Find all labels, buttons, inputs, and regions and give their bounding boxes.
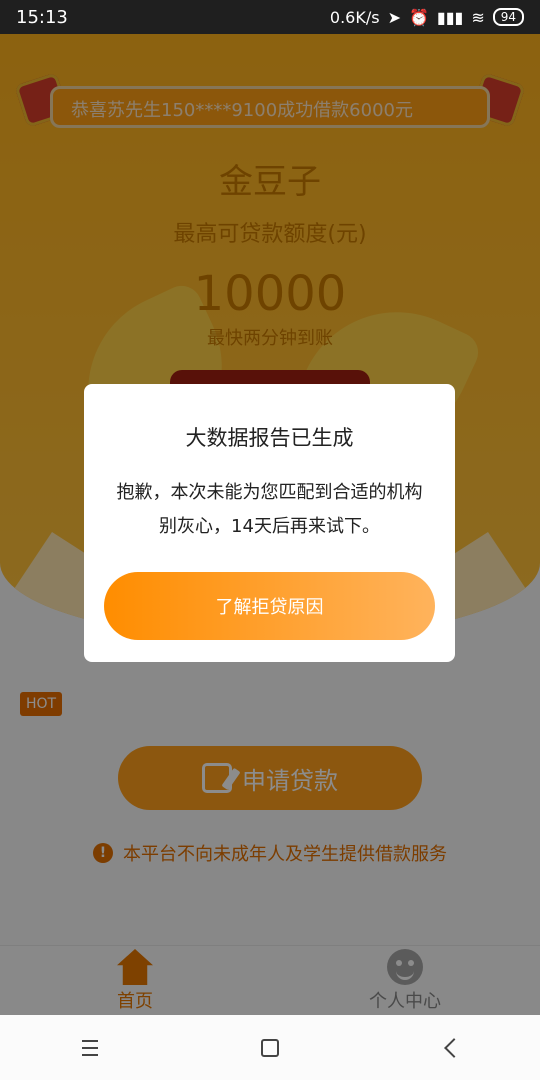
learn-rejection-reason-button[interactable]: 了解拒贷原因 xyxy=(104,572,435,640)
dialog-message: 抱歉，本次未能为您匹配到合适的机构 别灰心，14天后再来试下。 xyxy=(104,476,435,544)
report-dialog: 大数据报告已生成 抱歉，本次未能为您匹配到合适的机构 别灰心，14天后再来试下。… xyxy=(84,384,455,662)
back-icon xyxy=(444,1037,464,1058)
system-navigation-bar xyxy=(0,1015,540,1080)
home-button[interactable] xyxy=(240,1018,300,1078)
status-time: 15:13 xyxy=(16,6,68,28)
status-bar: 15:13 0.6K/s ➤ ⏰ ▮▮▮ ≋ 94 xyxy=(0,0,540,34)
status-icons: 0.6K/s ➤ ⏰ ▮▮▮ ≋ 94 xyxy=(330,8,524,27)
menu-icon xyxy=(82,1039,98,1056)
signal-icon: ▮▮▮ xyxy=(436,7,464,27)
network-speed: 0.6K/s xyxy=(329,7,380,27)
alarm-icon: ⏰ xyxy=(408,7,429,27)
location-icon: ➤ xyxy=(387,7,401,27)
dialog-title: 大数据报告已生成 xyxy=(185,426,354,450)
battery-indicator: 94 xyxy=(492,8,524,26)
menu-button[interactable] xyxy=(60,1018,120,1078)
back-button[interactable] xyxy=(420,1018,480,1078)
dialog-message-line-1: 抱歉，本次未能为您匹配到合适的机构 xyxy=(116,482,423,503)
dialog-message-line-2: 别灰心，14天后再来试下。 xyxy=(159,516,380,537)
square-icon xyxy=(261,1038,279,1057)
wifi-icon: ≋ xyxy=(471,7,485,27)
